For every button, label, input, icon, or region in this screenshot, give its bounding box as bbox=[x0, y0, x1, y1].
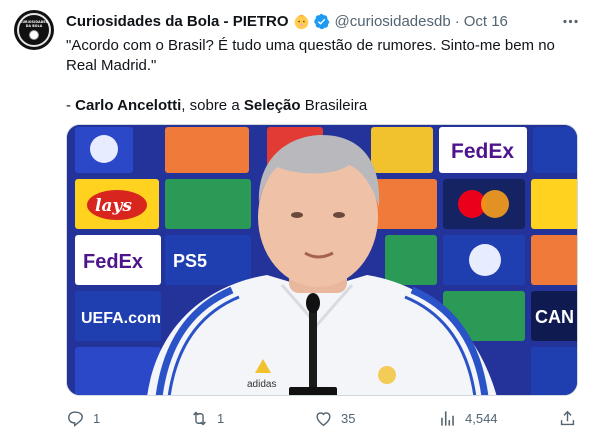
attribution-name: Carlo Ancelotti bbox=[75, 97, 182, 114]
avatar[interactable]: CURIOSIDADES DA BOLA bbox=[14, 10, 54, 50]
attribution-end: Brasileira bbox=[300, 97, 368, 114]
backdrop-tile bbox=[165, 127, 249, 173]
tweet-actions: 1 1 35 4,544 bbox=[66, 404, 578, 432]
avatar-logo-text: CURIOSIDADES DA BOLA bbox=[19, 20, 49, 28]
attribution-mid: , sobre a bbox=[181, 97, 244, 114]
backdrop-logo-text: UEFA.com bbox=[81, 310, 161, 327]
tweet-quote-line-2: Real Madrid." bbox=[66, 57, 157, 74]
microphone bbox=[309, 303, 317, 395]
display-name[interactable]: Curiosidades da Bola - PIETRO bbox=[66, 13, 289, 30]
starball-icon bbox=[90, 135, 118, 163]
attribution-prefix: - bbox=[66, 97, 76, 114]
jacket-brand: adidas bbox=[247, 379, 276, 390]
backdrop-tile bbox=[531, 179, 577, 229]
retweet-button[interactable]: 1 bbox=[190, 404, 224, 432]
verified-badge-icon[interactable] bbox=[313, 13, 330, 30]
attribution-bold: Seleção bbox=[243, 97, 301, 114]
backdrop-tile bbox=[165, 179, 251, 229]
like-button[interactable]: 35 bbox=[314, 404, 355, 432]
separator-dot: · bbox=[454, 12, 460, 30]
real-madrid-crest-icon bbox=[378, 366, 396, 384]
backdrop-tile bbox=[533, 127, 577, 173]
backdrop-logo-text: FedEx bbox=[83, 251, 143, 273]
views-icon bbox=[441, 410, 454, 426]
backdrop-tile bbox=[373, 179, 437, 229]
backdrop-tile bbox=[531, 347, 577, 395]
views-button[interactable]: 4,544 bbox=[438, 404, 498, 432]
tweet-attribution: - Carlo Ancelotti, sobre a Seleção Brasi… bbox=[66, 96, 578, 116]
share-icon bbox=[560, 410, 575, 425]
backdrop-logo-text: PS5 bbox=[173, 251, 207, 271]
backdrop-logo-text: FedEx bbox=[451, 140, 514, 163]
avatar-logo: CURIOSIDADES DA BOLA bbox=[17, 13, 51, 47]
baby-emoji-icon bbox=[293, 13, 310, 30]
backdrop-tile bbox=[371, 127, 433, 173]
tweet-photo[interactable]: FedEx lays FedEx PS5 UEFA.com CAN adidas bbox=[66, 124, 578, 396]
backdrop-tile bbox=[531, 235, 577, 285]
tweet-card[interactable]: CURIOSIDADES DA BOLA Curiosidades da Bol… bbox=[0, 0, 592, 441]
retweet-count: 1 bbox=[217, 410, 225, 426]
like-count: 35 bbox=[341, 410, 356, 426]
views-count: 4,544 bbox=[465, 410, 498, 426]
user-handle[interactable]: @curiosidadesdb bbox=[335, 13, 451, 30]
soccer-ball-icon bbox=[29, 30, 39, 40]
reply-count: 1 bbox=[93, 410, 101, 426]
tweet-text: "Acordo com o Brasil? É tudo uma questão… bbox=[66, 36, 578, 116]
tweet-header: Curiosidades da Bola - PIETRO @curiosida… bbox=[66, 11, 508, 31]
more-dots-icon[interactable] bbox=[560, 11, 580, 31]
starball-icon bbox=[469, 244, 501, 276]
press-conference-photo: FedEx lays FedEx PS5 UEFA.com CAN adidas bbox=[67, 125, 577, 395]
backdrop-logo-text: lays bbox=[95, 196, 132, 216]
share-button[interactable] bbox=[558, 404, 577, 432]
retweet-icon bbox=[193, 411, 206, 425]
backdrop-tile bbox=[75, 347, 161, 395]
backdrop-tile bbox=[385, 235, 437, 285]
backdrop-logo-text: CAN bbox=[535, 307, 574, 327]
reply-icon bbox=[68, 410, 83, 427]
heart-icon bbox=[316, 411, 331, 426]
timestamp[interactable]: Oct 16 bbox=[464, 13, 508, 30]
tweet-quote-line-1: "Acordo com o Brasil? É tudo uma questão… bbox=[66, 37, 555, 54]
reply-button[interactable]: 1 bbox=[66, 404, 100, 432]
